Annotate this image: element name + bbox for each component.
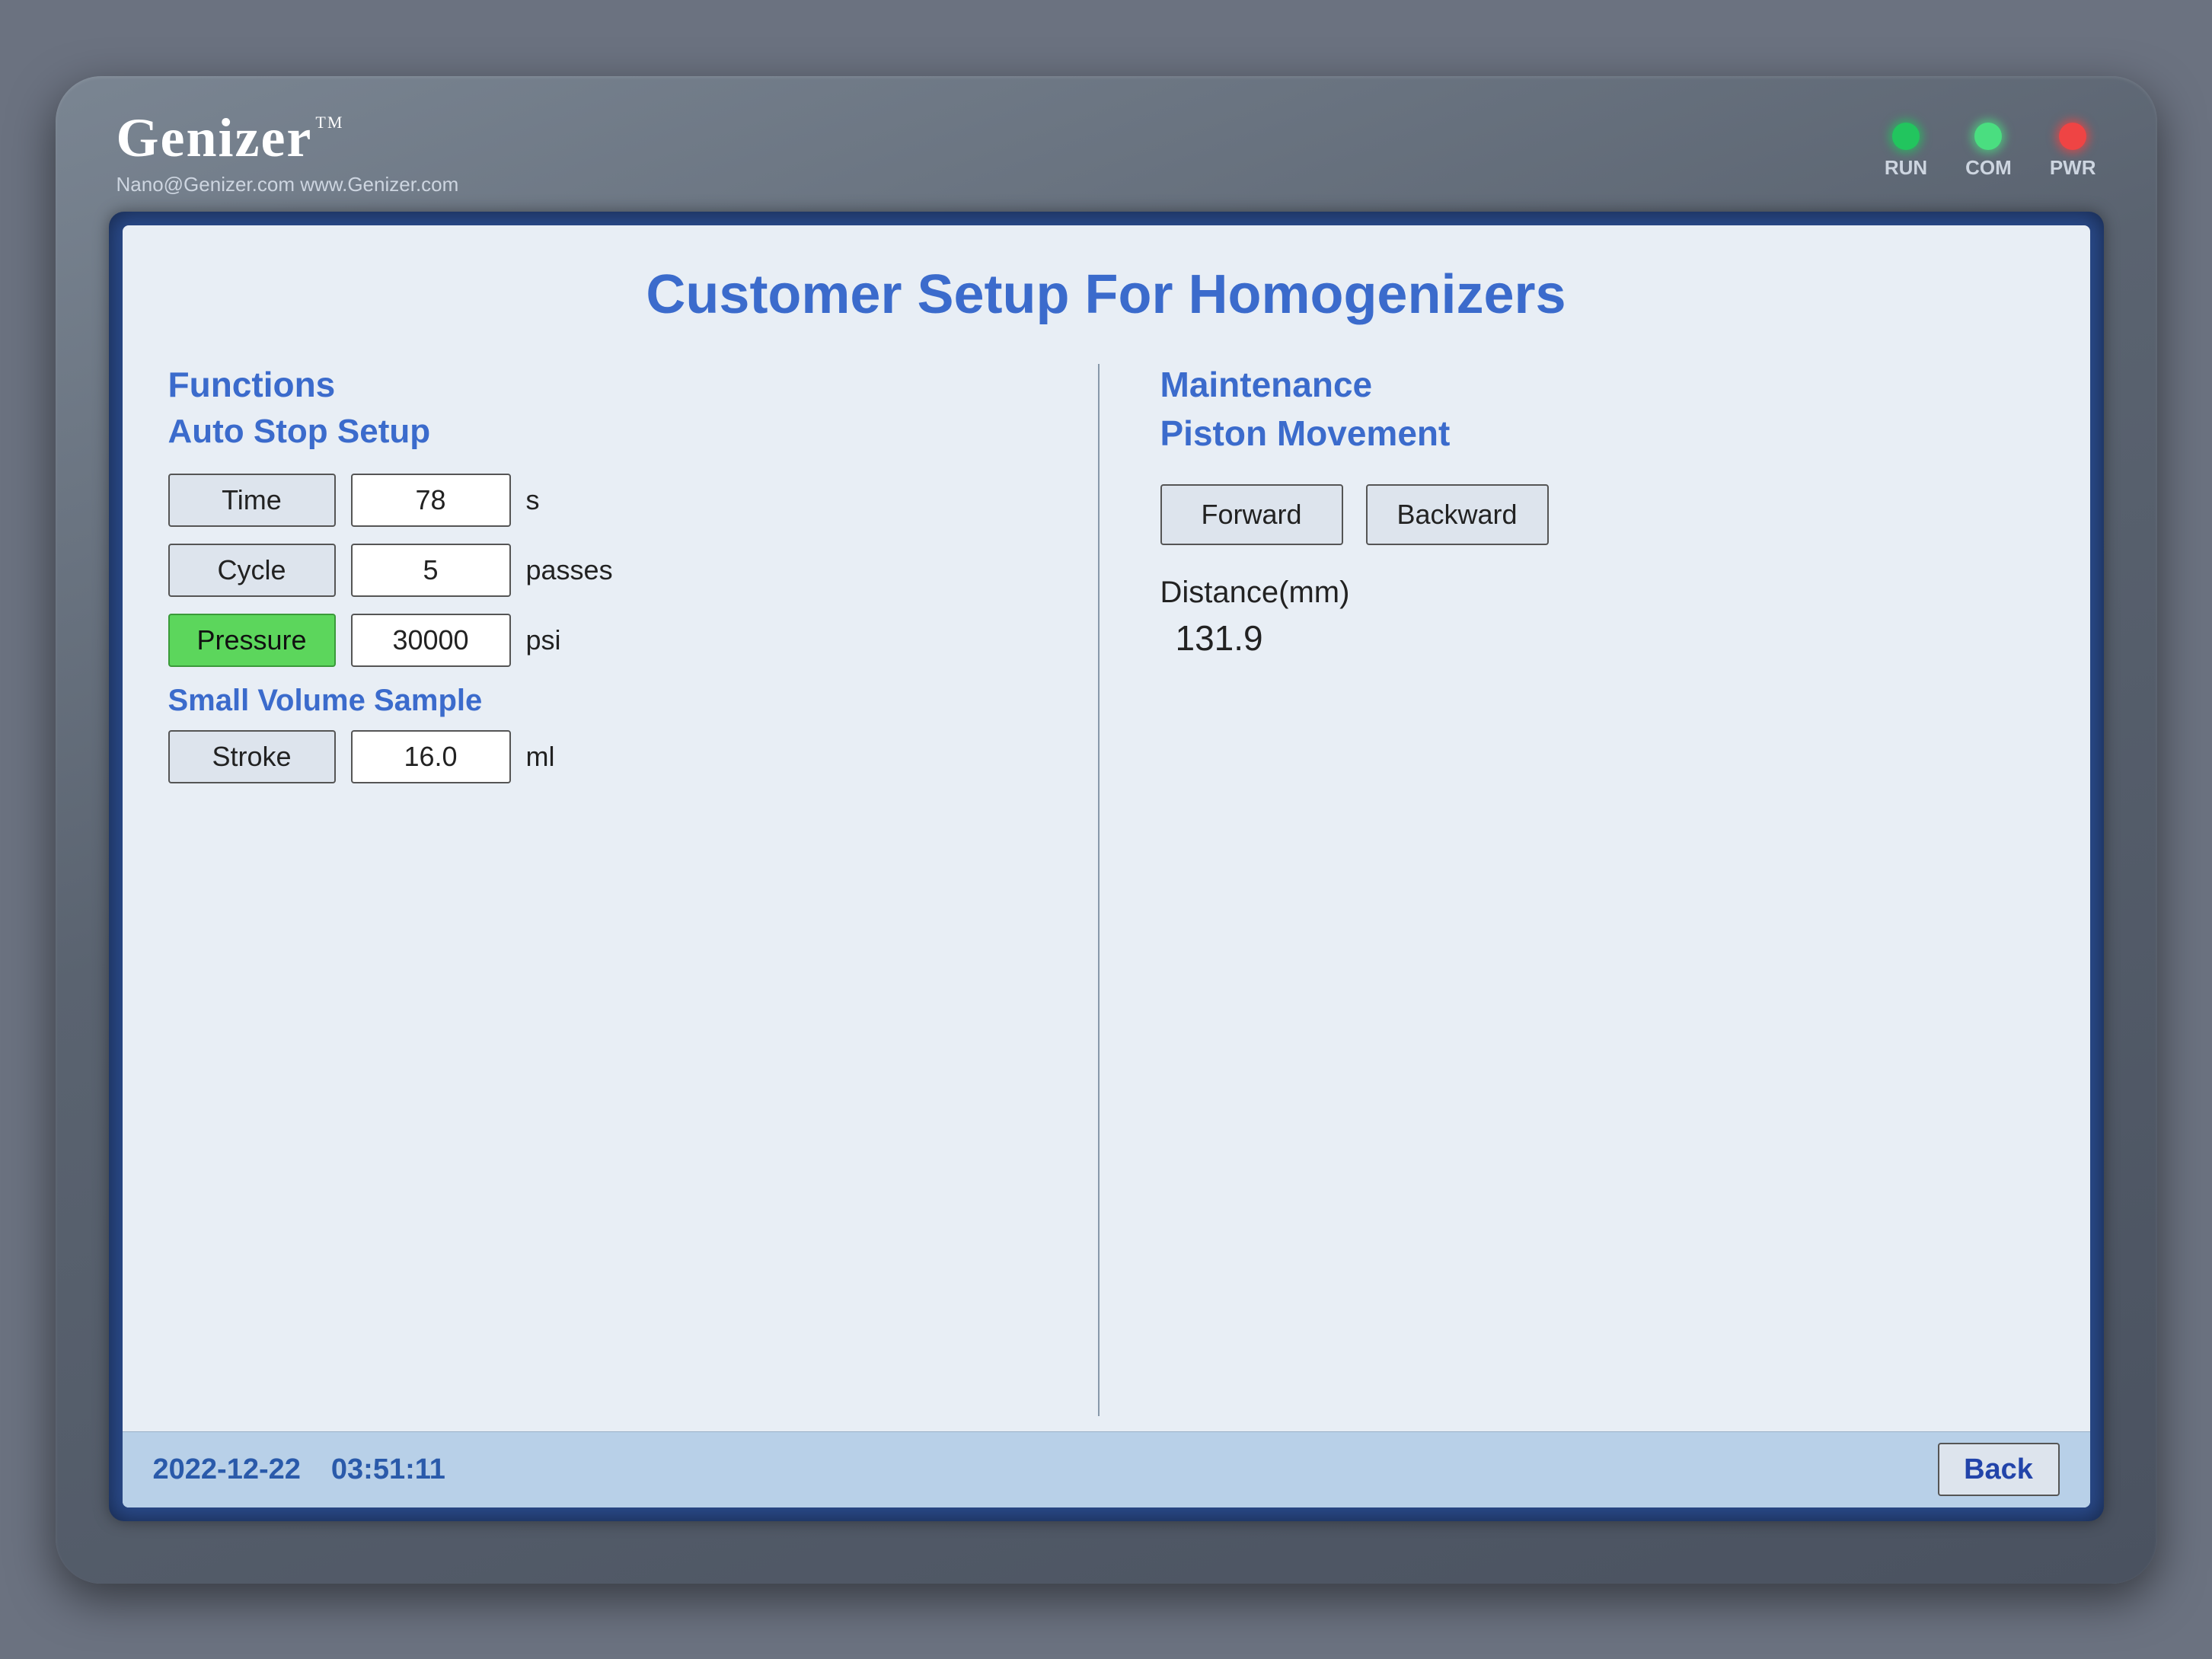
com-label: COM [1965, 156, 2012, 180]
device-frame: Genizer TM Nano@Genizer.com www.Genizer.… [56, 76, 2157, 1584]
distance-label: Distance(mm) [1160, 576, 1350, 610]
logo-subtitle: Nano@Genizer.com www.Genizer.com [117, 173, 459, 196]
right-panel: Maintenance Piston Movement Forward Back… [1100, 364, 2044, 1416]
logo-title: Genizer TM [117, 107, 459, 170]
status-lights: RUN COM PWR [1885, 123, 2096, 180]
screen-footer: 2022-12-22 03:51:11 Back [123, 1431, 2090, 1507]
logo-area: Genizer TM Nano@Genizer.com www.Genizer.… [117, 107, 459, 196]
run-indicator: RUN [1885, 123, 1927, 180]
time-unit: s [526, 484, 540, 516]
footer-time: 03:51:11 [331, 1453, 445, 1486]
cycle-row: Cycle 5 passes [168, 544, 1052, 597]
forward-button[interactable]: Forward [1160, 484, 1343, 545]
cycle-unit: passes [526, 554, 613, 586]
screen-outer: Customer Setup For Homogenizers Function… [109, 212, 2104, 1521]
backward-button[interactable]: Backward [1366, 484, 1549, 545]
footer-datetime: 2022-12-22 03:51:11 [153, 1453, 445, 1486]
back-button[interactable]: Back [1938, 1443, 2060, 1496]
left-panel: Functions Auto Stop Setup Time 78 s Cycl… [168, 364, 1100, 1416]
stroke-row: Stroke 16.0 ml [168, 730, 1052, 783]
com-dot [1974, 123, 2002, 150]
footer-date: 2022-12-22 [153, 1453, 301, 1486]
pwr-dot [2059, 123, 2086, 150]
device-header: Genizer TM Nano@Genizer.com www.Genizer.… [101, 99, 2111, 212]
run-dot [1892, 123, 1920, 150]
distance-section: Distance(mm) 131.9 [1160, 576, 2044, 659]
pwr-label: PWR [2050, 156, 2096, 180]
cycle-value[interactable]: 5 [351, 544, 511, 597]
pressure-label[interactable]: Pressure [168, 614, 336, 667]
time-row: Time 78 s [168, 474, 1052, 527]
screen-body: Functions Auto Stop Setup Time 78 s Cycl… [168, 364, 2044, 1416]
piston-movement-title: Piston Movement [1160, 413, 2044, 454]
stroke-unit: ml [526, 741, 555, 773]
piston-buttons: Forward Backward [1160, 484, 2044, 545]
stroke-value[interactable]: 16.0 [351, 730, 511, 783]
pressure-unit: psi [526, 624, 561, 656]
pwr-indicator: PWR [2050, 123, 2096, 180]
screen-content: Customer Setup For Homogenizers Function… [123, 225, 2090, 1431]
pressure-row: Pressure 30000 psi [168, 614, 1052, 667]
pressure-value[interactable]: 30000 [351, 614, 511, 667]
time-label[interactable]: Time [168, 474, 336, 527]
logo-text: Genizer [117, 107, 313, 170]
time-value[interactable]: 78 [351, 474, 511, 527]
screen-inner: Customer Setup For Homogenizers Function… [123, 225, 2090, 1507]
cycle-label[interactable]: Cycle [168, 544, 336, 597]
functions-title: Functions [168, 364, 1052, 405]
distance-value: 131.9 [1176, 617, 1263, 659]
page-title: Customer Setup For Homogenizers [168, 248, 2044, 341]
maintenance-title: Maintenance [1160, 364, 2044, 405]
run-label: RUN [1885, 156, 1927, 180]
logo-tm: TM [315, 113, 343, 132]
com-indicator: COM [1965, 123, 2012, 180]
small-volume-label: Small Volume Sample [168, 684, 1052, 718]
stroke-label[interactable]: Stroke [168, 730, 336, 783]
auto-stop-title: Auto Stop Setup [168, 413, 1052, 451]
